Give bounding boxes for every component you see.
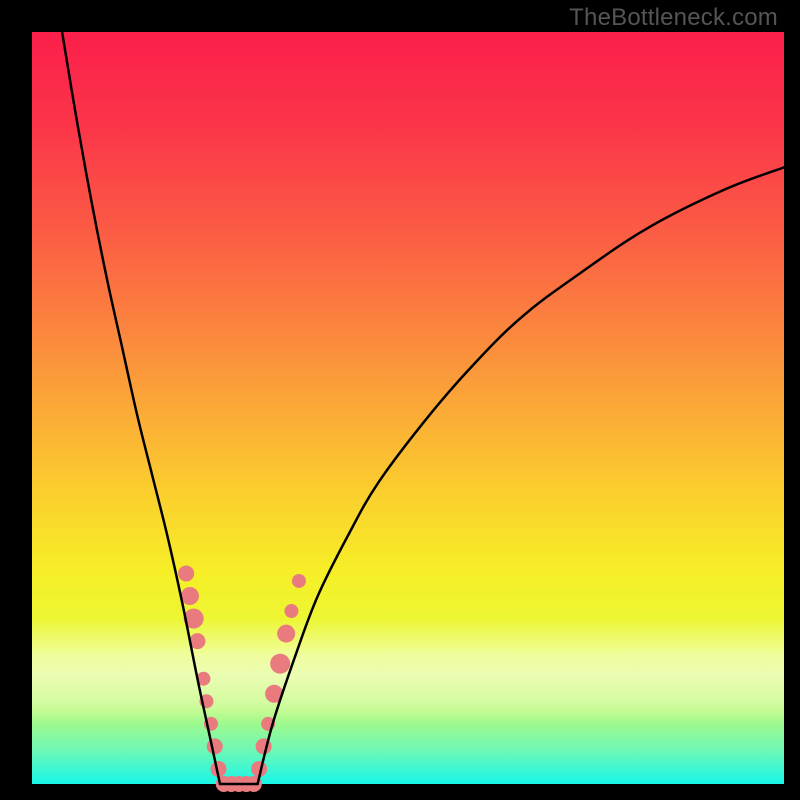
chart-svg [0, 0, 800, 800]
marker-dot [277, 625, 295, 643]
marker-dot [292, 574, 306, 588]
chart-stage: TheBottleneck.com [0, 0, 800, 800]
haze-band [32, 619, 784, 724]
marker-dot [178, 565, 194, 581]
marker-dot [270, 654, 290, 674]
marker-dot [181, 587, 199, 605]
watermark-text: TheBottleneck.com [569, 4, 778, 32]
marker-dot [207, 738, 223, 754]
marker-dot [284, 604, 298, 618]
